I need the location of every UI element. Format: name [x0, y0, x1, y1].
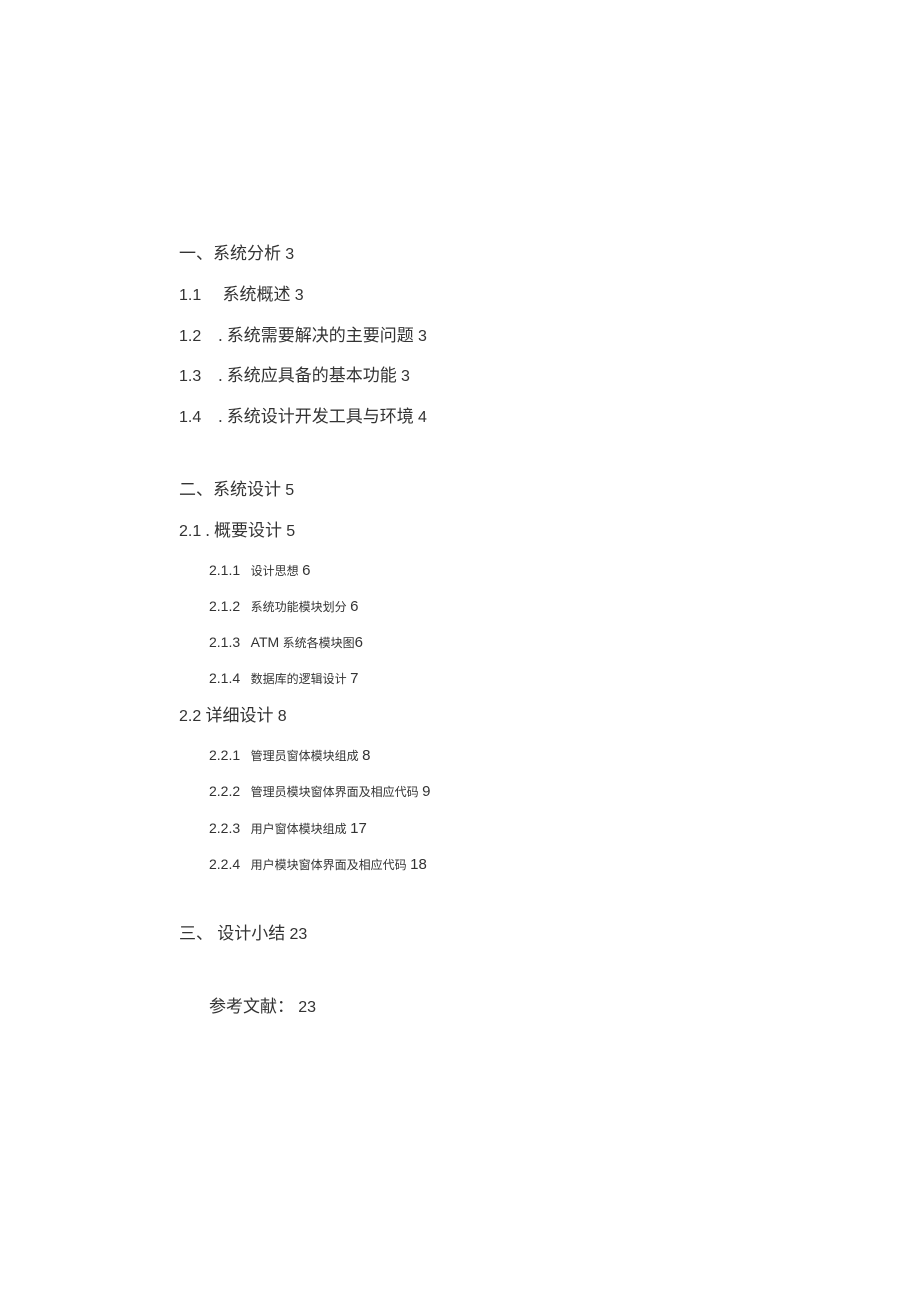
toc-subitem: 2.2.2 管理员模块窗体界面及相应代码 9 — [209, 782, 779, 802]
item-gap — [201, 285, 218, 304]
toc-item: 1.4 . 系统设计开发工具与环境 4 — [179, 406, 779, 429]
item-number: 2.2.2 — [209, 783, 240, 799]
page-number: 23 — [290, 926, 308, 943]
toc-item: 2.2 详细设计 8 — [179, 705, 779, 728]
toc-subitem: 2.2.1 管理员窗体模块组成 8 — [209, 746, 779, 766]
item-number: 2.2.3 — [209, 820, 240, 836]
toc-item: 1.3 . 系统应具备的基本功能 3 — [179, 365, 779, 388]
section-1-heading: 一、系统分析 3 — [179, 243, 779, 266]
section-3-heading: 三、 设计小结 23 — [179, 923, 779, 946]
item-gap: . — [201, 326, 222, 345]
references-heading: 参考文献： 23 — [209, 996, 779, 1019]
toc-subitem: 2.2.3 用户窗体模块组成 17 — [209, 819, 779, 839]
toc-subitem: 2.1.4 数据库的逻辑设计 7 — [209, 669, 779, 689]
page-number: 6 — [302, 562, 310, 579]
item-text: 系统功能模块划分 — [251, 600, 347, 614]
page-number: 17 — [350, 820, 367, 837]
page-number: 3 — [285, 246, 294, 263]
page-number: 4 — [418, 409, 427, 426]
page-number: 8 — [362, 747, 370, 764]
item-gap: . — [201, 407, 227, 426]
toc-subitem: 2.1.2 系统功能模块划分 6 — [209, 597, 779, 617]
toc-item: 1.2 . 系统需要解决的主要问题 3 — [179, 325, 779, 348]
item-text: 用户窗体模块组成 — [251, 822, 347, 836]
item-number: 2.2 — [179, 708, 201, 725]
heading-text: 三、 设计小结 — [179, 924, 285, 943]
item-number: 2.1.4 — [209, 670, 240, 686]
item-number: 1.4 — [179, 409, 201, 426]
toc-item: 1.1 系统概述 3 — [179, 284, 779, 307]
item-text: 系统需要解决的主要问题 — [223, 326, 414, 345]
page-number: 9 — [422, 783, 430, 800]
item-number: 2.2.4 — [209, 856, 240, 872]
heading-text: 一、系统分析 — [179, 244, 281, 263]
page-number: 6 — [355, 634, 363, 651]
item-number: 1.1 — [179, 287, 201, 304]
page-number: 3 — [295, 287, 304, 304]
item-text: 系统各模块图 — [283, 636, 355, 650]
page-number: 3 — [401, 368, 410, 385]
item-text: 详细设计 — [201, 706, 273, 725]
section-2-heading: 二、系统设计 5 — [179, 479, 779, 502]
item-text: 用户模块窗体界面及相应代码 — [251, 858, 407, 872]
item-text: 系统应具备的基本功能 — [223, 366, 397, 385]
item-number: 2.1 — [179, 523, 201, 540]
page-number: 3 — [418, 328, 427, 345]
page-number: 5 — [286, 523, 295, 540]
item-text: 系统概述 — [223, 285, 291, 304]
page-number: 5 — [285, 482, 294, 499]
toc-subitem: 2.2.4 用户模块窗体界面及相应代码 18 — [209, 855, 779, 875]
item-number: 2.1.1 — [209, 562, 240, 578]
item-number: 2.1.3 — [209, 634, 240, 650]
heading-text: 参考文献： — [209, 997, 294, 1016]
item-text-prefix: ATM — [251, 634, 280, 650]
toc-item: 2.1 . 概要设计 5 — [179, 520, 779, 543]
page-number: 23 — [298, 999, 316, 1016]
toc-subitem: 2.1.1 设计思想 6 — [209, 561, 779, 581]
item-text: 管理员窗体模块组成 — [251, 749, 359, 763]
page-number: 7 — [350, 670, 358, 687]
page-number: 6 — [350, 598, 358, 615]
item-text: . 概要设计 — [201, 521, 282, 540]
item-text: 管理员模块窗体界面及相应代码 — [251, 785, 419, 799]
page-number: 8 — [278, 708, 287, 725]
item-text: 系统设计开发工具与环境 — [227, 407, 414, 426]
item-gap: . — [201, 366, 222, 385]
heading-text: 二、系统设计 — [179, 480, 281, 499]
item-number: 2.2.1 — [209, 747, 240, 763]
item-number: 2.1.2 — [209, 598, 240, 614]
item-text: 设计思想 — [251, 564, 299, 578]
item-number: 1.3 — [179, 368, 201, 385]
item-text: 数据库的逻辑设计 — [251, 672, 347, 686]
item-number: 1.2 — [179, 328, 201, 345]
toc-content: 一、系统分析 3 1.1 系统概述 3 1.2 . 系统需要解决的主要问题 3 … — [179, 243, 779, 1036]
toc-subitem: 2.1.3 ATM 系统各模块图6 — [209, 633, 779, 653]
page-number: 18 — [410, 856, 427, 873]
